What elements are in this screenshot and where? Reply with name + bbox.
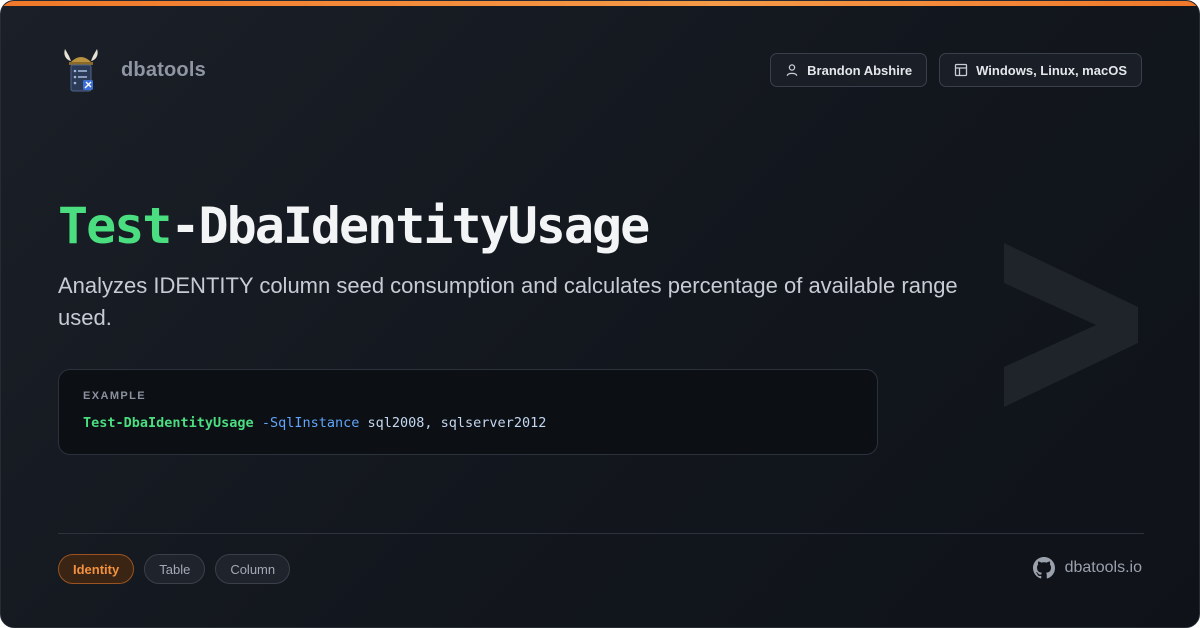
platform-list: Windows, Linux, macOS (976, 62, 1127, 78)
viking-server-logo-icon (64, 49, 98, 92)
command-description: Analyzes IDENTITY column seed consumptio… (58, 273, 958, 330)
user-icon (786, 64, 798, 77)
social-card: dbatools Brandon Abshire Windows, Linux,… (0, 0, 1200, 628)
site-url: dbatools.io (1064, 559, 1142, 576)
example-code[interactable]: Test-DbaIdentityUsage -SqlInstance sql20… (83, 415, 853, 431)
platform-badge[interactable]: Windows, Linux, macOS (939, 53, 1142, 87)
brand-name: dbatools (121, 58, 206, 81)
divider (58, 533, 1144, 534)
example-command: Test-DbaIdentityUsage (83, 415, 254, 431)
author-name: Brandon Abshire (807, 62, 913, 78)
meta-info: Brandon Abshire Windows, Linux, macOS (770, 53, 1142, 87)
site-link[interactable]: dbatools.io (1032, 557, 1142, 579)
tag-column[interactable]: Column (215, 554, 291, 584)
tag-list: Identity Table Column (58, 554, 291, 584)
tag-identity[interactable]: Identity (58, 554, 135, 584)
brand[interactable]: dbatools (59, 47, 206, 93)
example-arguments: sql2008, sqlserver2012 (367, 415, 547, 431)
example-label: EXAMPLE (83, 390, 146, 402)
tag-table[interactable]: Table (144, 554, 206, 584)
command-title: Test-DbaIdentityUsage (58, 197, 650, 255)
example-parameter: -SqlInstance (261, 415, 360, 431)
example-box: EXAMPLE Test-DbaIdentityUsage -SqlInstan… (58, 369, 878, 455)
command-noun: -DbaIdentityUsage (170, 197, 650, 255)
chevron-watermark-icon (1004, 243, 1138, 407)
accent-bar (1, 1, 1199, 6)
author-badge[interactable]: Brandon Abshire (770, 53, 928, 87)
command-verb: Test (58, 197, 172, 255)
github-icon (1032, 557, 1055, 579)
layout-icon (954, 63, 968, 77)
